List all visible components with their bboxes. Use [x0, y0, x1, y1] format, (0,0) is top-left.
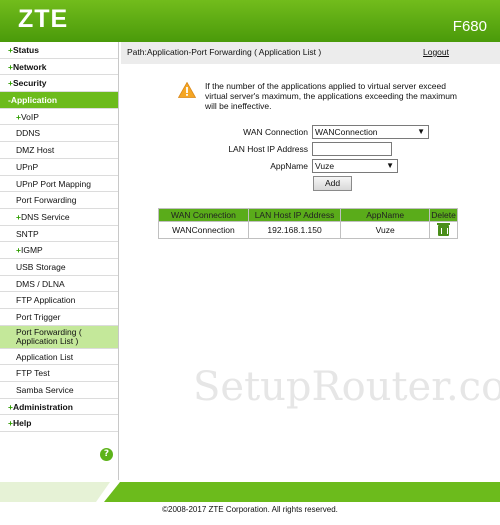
wan-connection-label: WAN Connection	[243, 127, 308, 137]
app-name-value: Vuze	[315, 161, 335, 171]
footer-green-band	[0, 482, 500, 502]
nav-port-trigger[interactable]: Port Trigger	[0, 309, 118, 326]
nav-ftp-test[interactable]: FTP Test	[0, 365, 118, 383]
nav-label: -Application	[8, 95, 58, 106]
cell-wan-connection: WANConnection	[158, 221, 249, 239]
add-button[interactable]: Add	[313, 176, 352, 191]
nav-dns-service[interactable]: +DNS Service	[0, 209, 118, 226]
table-row: WANConnection 192.168.1.150 Vuze	[158, 221, 458, 239]
logout-link[interactable]: Logout	[423, 47, 449, 57]
cell-lan-ip: 192.168.1.150	[247, 221, 342, 239]
nav-label: Administration	[12, 401, 73, 412]
nav-network[interactable]: +Network	[0, 59, 118, 76]
nav-port-forwarding-app-list[interactable]: Port Forwarding ( Application List )	[0, 325, 118, 349]
nav-label: DNS Service	[20, 211, 70, 222]
nav-upnp-port-mapping[interactable]: UPnP Port Mapping	[0, 176, 118, 193]
nav-voip[interactable]: +VoIP	[0, 109, 118, 126]
nav-label: DMZ Host	[16, 145, 55, 156]
nav-ftp-application[interactable]: FTP Application	[0, 292, 118, 309]
zte-logo: ZTE	[18, 5, 69, 33]
help-icon[interactable]: ?	[100, 448, 113, 461]
nav-label: Help	[12, 418, 32, 429]
nav-sntp[interactable]: SNTP	[0, 226, 118, 243]
wan-connection-value: WANConnection	[315, 127, 378, 137]
nav-label: Application List	[16, 351, 74, 362]
app-name-label: AppName	[270, 161, 308, 171]
application-table: WAN Connection LAN Host IP Address AppNa…	[158, 208, 458, 239]
column-header: WAN Connection	[158, 208, 249, 222]
nav-dms-dlna[interactable]: DMS / DLNA	[0, 276, 118, 293]
nav-label: Samba Service	[16, 385, 74, 396]
nav-label: Status	[12, 45, 39, 55]
nav-application-list[interactable]: Application List	[0, 349, 118, 366]
app-name-select[interactable]: Vuze ▼	[312, 159, 398, 173]
lan-host-ip-input[interactable]	[312, 142, 392, 156]
nav-label: SNTP	[16, 228, 39, 239]
nav-label: Network	[12, 61, 47, 72]
nav-help[interactable]: +Help	[0, 415, 118, 433]
sidebar-nav: +Status +Network +Security -Application …	[0, 42, 119, 480]
nav-label: VoIP	[20, 111, 39, 122]
nav-label: DDNS	[16, 128, 41, 139]
chevron-down-icon: ▼	[417, 127, 425, 136]
nav-port-forwarding[interactable]: Port Forwarding	[0, 192, 118, 209]
column-header: LAN Host IP Address	[247, 208, 342, 222]
trash-icon[interactable]	[437, 222, 451, 236]
table-header-row: WAN Connection LAN Host IP Address AppNa…	[158, 208, 458, 222]
nav-igmp[interactable]: +IGMP	[0, 242, 118, 259]
device-model: F680	[452, 18, 487, 35]
nav-label: Port Forwarding ( Application List )	[16, 326, 82, 347]
warning-message: If the number of the applications applie…	[205, 81, 457, 111]
cell-delete	[429, 221, 458, 239]
nav-administration[interactable]: +Administration	[0, 399, 118, 416]
nav-upnp[interactable]: UPnP	[0, 159, 118, 176]
watermark-text: SetupRouter.co	[193, 364, 500, 410]
nav-dmz-host[interactable]: DMZ Host	[0, 142, 118, 159]
lan-host-ip-label: LAN Host IP Address	[228, 144, 308, 154]
wan-connection-select[interactable]: WANConnection ▼	[312, 125, 429, 139]
path-bar: Path:Application-Port Forwarding ( Appli…	[121, 42, 500, 64]
nav-label: UPnP Port Mapping	[16, 178, 91, 189]
nav-label: DMS / DLNA	[16, 278, 65, 289]
breadcrumb: Path:Application-Port Forwarding ( Appli…	[127, 47, 322, 57]
column-header: Delete	[429, 208, 458, 222]
nav-label: UPnP	[16, 161, 39, 172]
chevron-down-icon: ▼	[386, 161, 394, 170]
column-header: AppName	[340, 208, 431, 222]
nav-usb-storage[interactable]: USB Storage	[0, 259, 118, 276]
copyright-footer: ©2008-2017 ZTE Corporation. All rights r…	[162, 505, 338, 514]
warning-triangle-icon	[178, 82, 196, 98]
nav-application[interactable]: -Application	[0, 92, 118, 109]
nav-label: Port Forwarding	[16, 195, 77, 206]
nav-label: USB Storage	[16, 261, 66, 272]
nav-label: FTP Test	[16, 368, 50, 379]
nav-label: FTP Application	[16, 295, 76, 306]
nav-security[interactable]: +Security	[0, 75, 118, 93]
nav-ddns[interactable]: DDNS	[0, 125, 118, 143]
cell-app-name: Vuze	[340, 221, 431, 239]
nav-label: Security	[12, 78, 47, 89]
nav-samba-service[interactable]: Samba Service	[0, 382, 118, 399]
nav-label: Port Trigger	[16, 312, 61, 322]
nav-status[interactable]: +Status	[0, 42, 118, 59]
header-bar: ZTE F680	[0, 0, 500, 42]
nav-label: IGMP	[20, 245, 43, 256]
